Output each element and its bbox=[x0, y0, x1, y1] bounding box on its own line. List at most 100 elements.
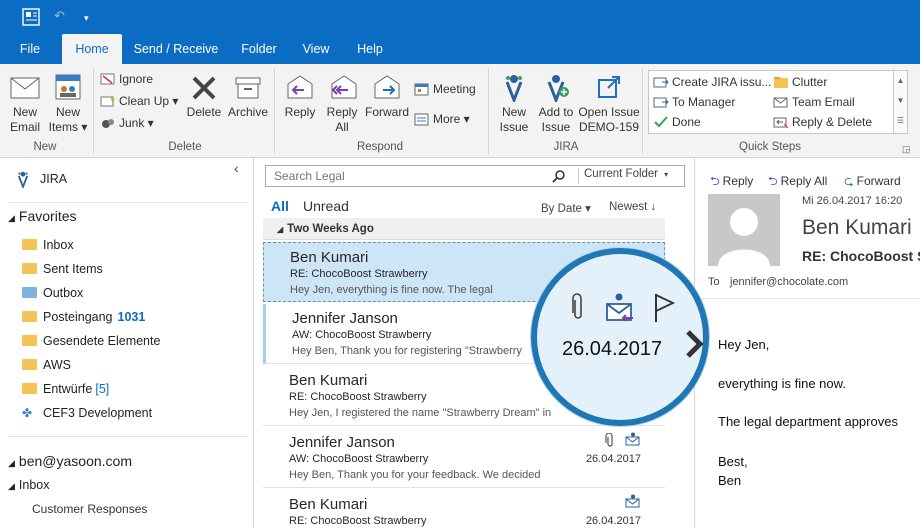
customize-toolbar-icon[interactable]: ▾ bbox=[84, 10, 89, 26]
forward-label: Forward bbox=[856, 174, 901, 188]
sort-order-toggle[interactable]: Newest ↓ bbox=[609, 201, 656, 213]
quick-steps-scrollbar[interactable]: ▲ ▼ ☰ bbox=[893, 71, 907, 133]
search-scope-dropdown[interactable]: Current Folder ▾ bbox=[584, 168, 668, 180]
new-items-button[interactable]: New Items ▾ bbox=[46, 72, 90, 135]
open-issue-button[interactable]: Open Issue DEMO-159 bbox=[578, 72, 640, 135]
group-folder-icon: ✤ bbox=[22, 406, 33, 420]
folder-customer-responses[interactable]: Customer Responses bbox=[32, 502, 147, 516]
sort-by-dropdown[interactable]: By Date ▾ bbox=[541, 201, 591, 215]
to-recipient[interactable]: jennifer@chocolate.com bbox=[730, 276, 848, 288]
filter-unread[interactable]: Unread bbox=[303, 198, 349, 214]
folder-sent-items[interactable]: Sent Items bbox=[22, 258, 103, 280]
flag-icon[interactable] bbox=[653, 292, 677, 324]
favorites-label: Favorites bbox=[18, 208, 77, 224]
outbox-icon bbox=[22, 287, 37, 298]
reply-label: Reply bbox=[722, 174, 754, 188]
folder-name: CEF3 Development bbox=[43, 406, 153, 420]
folder-name: Gesendete Elemente bbox=[43, 334, 161, 348]
tab-help[interactable]: Help bbox=[350, 34, 390, 64]
scroll-up-icon[interactable]: ▲ bbox=[894, 71, 907, 91]
folder-gesendete-elemente[interactable]: Gesendete Elemente bbox=[22, 330, 160, 352]
message-sender: Ben Kumari bbox=[289, 496, 368, 513]
quick-step-label: To Manager bbox=[672, 95, 736, 109]
inbox-icon bbox=[22, 239, 37, 250]
archive-button[interactable]: Archive bbox=[226, 74, 270, 120]
folder-posteingang[interactable]: Posteingang 1031 bbox=[22, 306, 145, 328]
quick-step-label: Done bbox=[672, 115, 701, 129]
forward-button[interactable]: Forward bbox=[364, 72, 410, 120]
add-to-issue-button[interactable]: Add to Issue bbox=[536, 72, 576, 135]
tab-home[interactable]: Home bbox=[62, 34, 122, 64]
scroll-down-icon[interactable]: ▼ bbox=[894, 91, 907, 111]
reading-reply-all-button[interactable]: ⮌ Reply All bbox=[768, 172, 827, 193]
folder-outbox[interactable]: Outbox bbox=[22, 282, 83, 304]
message-subject: RE: ChocoBoost Strawberry bbox=[289, 391, 427, 403]
divider bbox=[8, 436, 248, 437]
junk-button[interactable]: Junk ▾ bbox=[100, 114, 154, 132]
quick-step-label: Reply & Delete bbox=[792, 115, 873, 129]
favorites-header[interactable]: ◢ Favorites bbox=[8, 208, 77, 224]
gallery-expand-icon[interactable]: ☰ bbox=[894, 111, 907, 131]
clean-up-button[interactable]: Clean Up ▾ bbox=[100, 92, 178, 110]
ignore-icon bbox=[100, 73, 115, 85]
reading-reply-button[interactable]: ⮌ Reply bbox=[710, 172, 753, 193]
quick-step-team-email[interactable]: Team Email bbox=[773, 93, 855, 111]
collapse-pane-icon[interactable]: ‹ bbox=[234, 160, 239, 176]
paperclip-icon bbox=[572, 293, 582, 319]
reading-sender[interactable]: Ben Kumari bbox=[802, 216, 912, 240]
quick-step-create-jira[interactable]: Create JIRA issu... bbox=[653, 73, 771, 91]
message-item[interactable]: Jennifer Janson AW: ChocoBoost Strawberr… bbox=[263, 428, 665, 488]
search-input[interactable] bbox=[266, 166, 546, 186]
group-separator bbox=[488, 68, 489, 154]
reading-forward-button[interactable]: ⮎ Forward bbox=[844, 172, 901, 193]
reply-button[interactable]: Reply bbox=[280, 72, 320, 120]
filter-all[interactable]: All bbox=[271, 198, 289, 214]
folder-icon bbox=[22, 335, 37, 346]
sender-avatar bbox=[708, 194, 780, 266]
body-line: Hey Jen, bbox=[718, 337, 770, 352]
quick-step-reply-delete[interactable]: Reply & Delete bbox=[773, 113, 872, 131]
divider bbox=[578, 168, 579, 184]
search-icon[interactable] bbox=[552, 169, 566, 183]
meeting-button[interactable]: Meeting bbox=[414, 80, 476, 98]
folder-entwuerfe[interactable]: Entwürfe [5] bbox=[22, 378, 109, 400]
undo-icon[interactable]: ↶ bbox=[54, 8, 65, 24]
folder-inbox[interactable]: Inbox bbox=[22, 234, 74, 256]
folder-icon bbox=[774, 77, 788, 88]
jira-icon bbox=[505, 75, 523, 102]
reply-delete-icon bbox=[773, 117, 789, 129]
group-header[interactable]: ◢ Two Weeks Ago bbox=[263, 218, 665, 240]
reading-pane: ⮌ Reply ⮌ Reply All ⮎ Forward Mi 26.04.2017… bbox=[696, 158, 920, 528]
quick-step-clutter[interactable]: Clutter bbox=[773, 73, 827, 91]
dialog-launcher-icon[interactable]: ◲ bbox=[902, 144, 911, 155]
jira-envelope-icon bbox=[606, 293, 633, 322]
more-button[interactable]: More ▾ bbox=[414, 110, 470, 128]
new-issue-button[interactable]: New Issue bbox=[494, 72, 534, 135]
folder-name: Outbox bbox=[43, 286, 84, 300]
account-header[interactable]: ◢ ben@yasoon.com bbox=[8, 453, 132, 469]
delete-button[interactable]: Delete bbox=[184, 74, 224, 120]
tab-send-receive[interactable]: Send / Receive bbox=[130, 34, 222, 64]
folder-icon bbox=[22, 359, 37, 370]
quick-step-to-manager[interactable]: To Manager bbox=[653, 93, 735, 111]
expand-triangle-icon: ◢ bbox=[8, 458, 15, 468]
reply-all-button[interactable]: Reply All bbox=[322, 72, 362, 135]
ignore-button[interactable]: Ignore bbox=[100, 70, 153, 88]
folder-cef3-development[interactable]: ✤ CEF3 Development bbox=[22, 402, 152, 424]
tab-folder[interactable]: Folder bbox=[236, 34, 282, 64]
reply-all-label-1: Reply bbox=[326, 105, 358, 119]
group-separator bbox=[274, 68, 275, 154]
tab-file[interactable]: File bbox=[8, 34, 52, 64]
message-item[interactable]: Ben Kumari RE: ChocoBoost Strawberry 26.… bbox=[263, 490, 665, 528]
quick-step-done[interactable]: Done bbox=[653, 113, 701, 131]
group-label-respond: Respond bbox=[356, 141, 404, 153]
new-email-button[interactable]: New Email bbox=[6, 72, 44, 135]
folder-pane: JIRA ‹ ◢ Favorites Inbox Sent Items Outbo… bbox=[0, 158, 254, 528]
forward-icon: ⮎ bbox=[844, 174, 854, 188]
delete-x-icon bbox=[192, 76, 216, 100]
jira-label[interactable]: JIRA bbox=[40, 172, 67, 186]
folder-aws[interactable]: AWS bbox=[22, 354, 71, 376]
outlook-app-icon[interactable] bbox=[22, 8, 40, 26]
tab-view[interactable]: View bbox=[296, 34, 336, 64]
account-inbox[interactable]: ◢ Inbox bbox=[8, 478, 50, 492]
